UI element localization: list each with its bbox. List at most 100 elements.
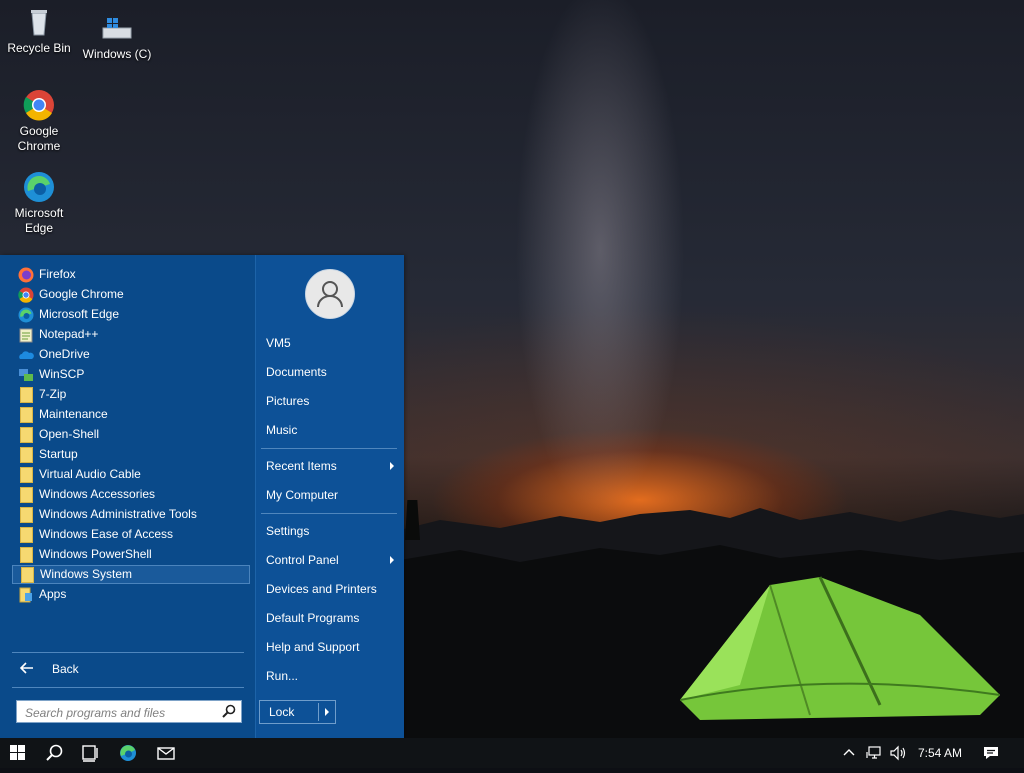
menu-item-label: Recent Items: [266, 459, 337, 473]
program-label: Windows Accessories: [39, 487, 156, 501]
task-view-icon: [82, 745, 98, 762]
task-view-button[interactable]: [72, 738, 108, 768]
program-label: WinSCP: [39, 367, 85, 381]
desktop-icon-label: Google Chrome: [17, 124, 61, 153]
desktop-icon-microsoft-edge[interactable]: Microsoft Edge: [0, 171, 78, 236]
back-label: Back: [52, 662, 79, 676]
windows-start-icon: [10, 745, 25, 760]
lock-button[interactable]: Lock: [259, 700, 336, 724]
program-item-startup[interactable]: Startup: [12, 445, 250, 464]
menu-item-user[interactable]: VM5: [266, 332, 396, 354]
menu-item-control-panel[interactable]: Control Panel: [266, 549, 396, 571]
separator: [12, 652, 244, 653]
program-item-7-zip[interactable]: 7-Zip: [12, 385, 250, 404]
program-label: Maintenance: [39, 407, 108, 421]
back-button[interactable]: Back: [12, 657, 250, 681]
onedrive-icon: [18, 347, 34, 363]
search-icon[interactable]: [222, 704, 236, 723]
folder-icon: [18, 406, 34, 423]
start-menu: Firefox Google Chrome Microsoft Edge Not…: [0, 255, 404, 738]
chevron-up-icon[interactable]: [842, 746, 856, 765]
search-icon: [46, 744, 63, 761]
arrow-left-icon: [19, 661, 36, 677]
program-item-google-chrome[interactable]: Google Chrome: [12, 285, 250, 304]
program-item-firefox[interactable]: Firefox: [12, 265, 250, 284]
recycle-bin-icon: [23, 6, 55, 38]
program-item-windows-powershell[interactable]: Windows PowerShell: [12, 545, 250, 564]
desktop-icon-label: Microsoft Edge: [14, 206, 64, 235]
desktop-icon-recycle-bin[interactable]: Recycle Bin: [0, 6, 78, 56]
chrome-icon: [18, 287, 34, 303]
submenu-arrow-icon: [390, 556, 394, 564]
edge-icon: [23, 171, 55, 203]
edge-icon: [120, 745, 136, 761]
desktop-icon-windows-c[interactable]: Windows (C): [78, 12, 156, 62]
menu-item-recent-items[interactable]: Recent Items: [266, 455, 396, 477]
search-box[interactable]: [16, 700, 242, 723]
menu-item-default-programs[interactable]: Default Programs: [266, 607, 396, 629]
taskbar-clock[interactable]: 7:54 AM: [918, 746, 962, 760]
program-item-notepad-plus-plus[interactable]: Notepad++: [12, 325, 250, 344]
menu-item-my-computer[interactable]: My Computer: [266, 484, 396, 506]
program-label: Firefox: [39, 267, 76, 281]
menu-item-run[interactable]: Run...: [266, 665, 396, 687]
program-item-virtual-audio-cable[interactable]: Virtual Audio Cable: [12, 465, 250, 484]
program-label: Windows System: [40, 567, 133, 581]
program-item-windows-ease-of-access[interactable]: Windows Ease of Access: [12, 525, 250, 544]
menu-item-pictures[interactable]: Pictures: [266, 390, 396, 412]
folder-icon: [18, 386, 34, 403]
mail-icon: [157, 747, 175, 760]
search-input[interactable]: [23, 702, 217, 723]
program-item-open-shell[interactable]: Open-Shell: [12, 425, 250, 444]
taskbar-mail-button[interactable]: [148, 738, 184, 768]
program-item-microsoft-edge[interactable]: Microsoft Edge: [12, 305, 250, 324]
folder-icon: [18, 446, 34, 463]
program-label: Virtual Audio Cable: [39, 467, 141, 481]
lock-options-arrow-icon[interactable]: [325, 708, 329, 716]
volume-icon[interactable]: [889, 745, 907, 766]
program-item-onedrive[interactable]: OneDrive: [12, 345, 250, 364]
drive-icon: [101, 12, 133, 44]
program-label: Apps: [39, 587, 67, 601]
program-label: Google Chrome: [39, 287, 124, 301]
program-item-windows-accessories[interactable]: Windows Accessories: [12, 485, 250, 504]
chrome-icon: [23, 89, 55, 121]
menu-item-devices-and-printers[interactable]: Devices and Printers: [266, 578, 396, 600]
apps-icon: [18, 587, 34, 603]
program-label: OneDrive: [39, 347, 90, 361]
program-label: Microsoft Edge: [39, 307, 120, 321]
edge-icon: [18, 307, 34, 323]
notepad-plus-plus-icon: [18, 327, 34, 343]
program-item-windows-system[interactable]: Windows System: [12, 565, 250, 584]
menu-item-help-and-support[interactable]: Help and Support: [266, 636, 396, 658]
menu-item-label: Control Panel: [266, 553, 339, 567]
menu-item-settings[interactable]: Settings: [266, 520, 396, 542]
program-label: Startup: [39, 447, 78, 461]
tent-illustration: [680, 576, 1000, 720]
separator: [261, 513, 397, 514]
menu-item-music[interactable]: Music: [266, 419, 396, 441]
program-item-windows-administrative-tools[interactable]: Windows Administrative Tools: [12, 505, 250, 524]
folder-icon: [18, 486, 34, 503]
program-label: Open-Shell: [39, 427, 100, 441]
menu-item-documents[interactable]: Documents: [266, 361, 396, 383]
network-icon[interactable]: [866, 745, 882, 766]
start-menu-programs-pane: Firefox Google Chrome Microsoft Edge Not…: [0, 255, 255, 738]
program-item-apps[interactable]: Apps: [12, 585, 250, 604]
submenu-arrow-icon: [390, 462, 394, 470]
desktop-icon-google-chrome[interactable]: Google Chrome: [0, 89, 78, 154]
folder-icon: [18, 546, 34, 563]
firefox-icon: [18, 267, 34, 283]
winscp-icon: [18, 367, 34, 383]
start-button[interactable]: [0, 738, 36, 768]
search-button[interactable]: [36, 738, 72, 768]
folder-icon: [18, 426, 34, 443]
notification-icon[interactable]: [982, 745, 1000, 766]
program-item-winscp[interactable]: WinSCP: [12, 365, 250, 384]
program-label: 7-Zip: [39, 387, 67, 401]
program-item-maintenance[interactable]: Maintenance: [12, 405, 250, 424]
program-label: Notepad++: [39, 327, 99, 341]
start-menu-places-pane: VM5 Documents Pictures Music Recent Item…: [255, 255, 404, 738]
taskbar-edge-button[interactable]: [110, 738, 146, 768]
user-avatar[interactable]: [305, 269, 355, 319]
